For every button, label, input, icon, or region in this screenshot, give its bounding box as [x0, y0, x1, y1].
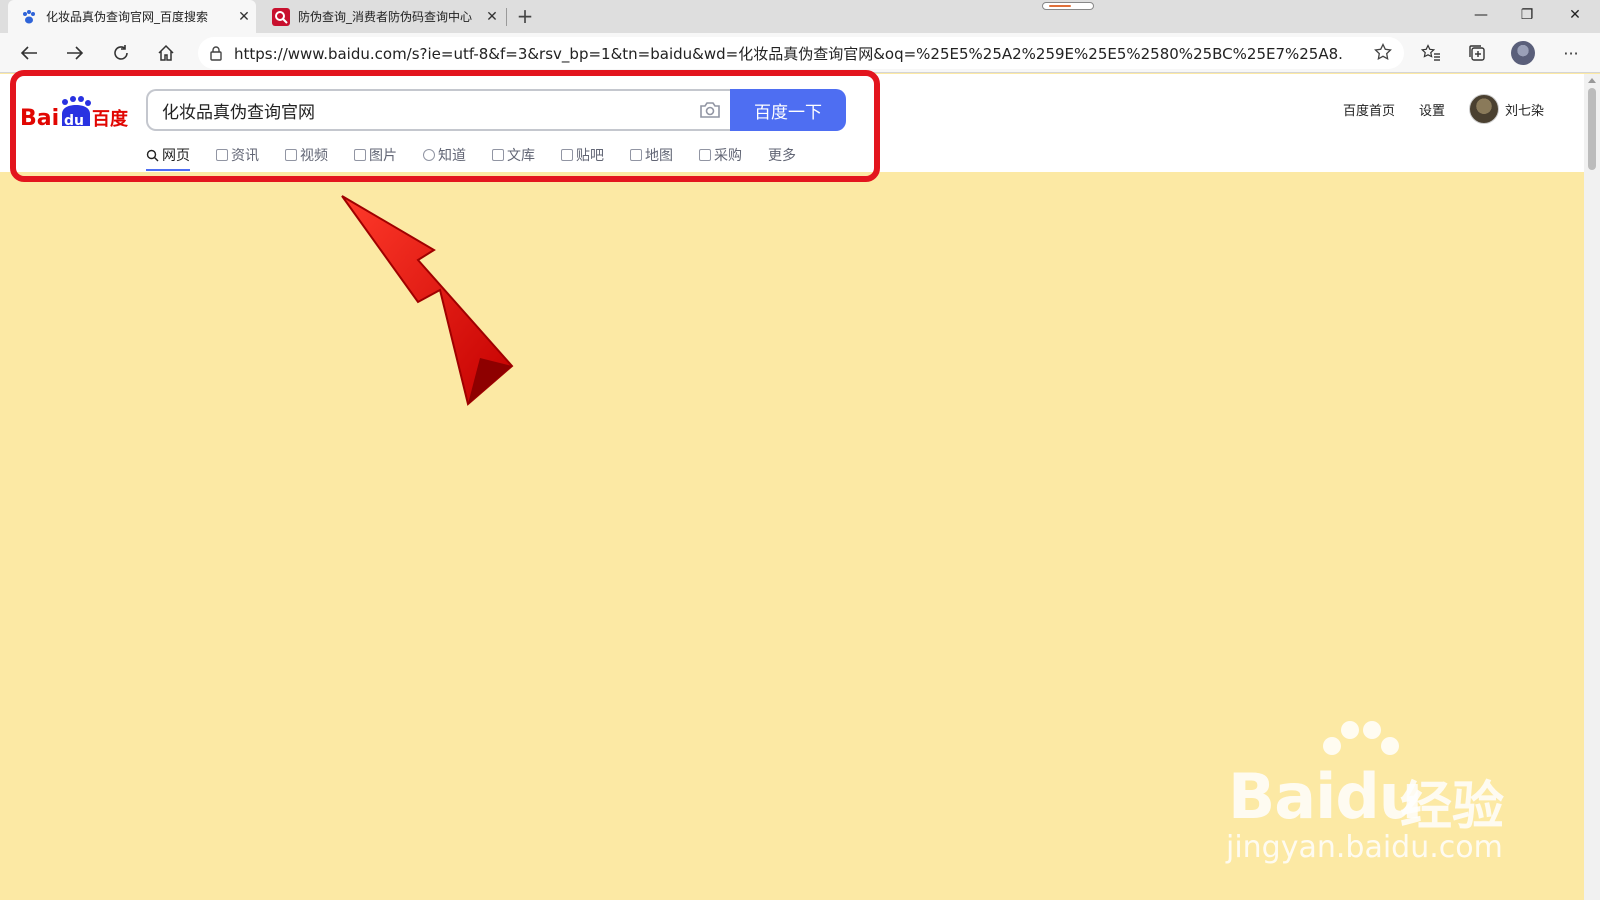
- new-tab-button[interactable]: +: [512, 4, 538, 30]
- magnifier-logo-icon: [272, 7, 290, 26]
- profile-avatar-button[interactable]: [1510, 41, 1536, 65]
- home-button[interactable]: [151, 39, 181, 67]
- user-avatar[interactable]: [1468, 94, 1499, 124]
- tab-baidu-search[interactable]: 化妆品真伪查询官网_百度搜索 ✕: [8, 0, 256, 33]
- forward-arrow-icon: [67, 46, 84, 60]
- scrollbar-thumb[interactable]: [1588, 88, 1596, 170]
- lock-icon[interactable]: [198, 45, 234, 61]
- close-tab-icon[interactable]: ✕: [232, 9, 256, 25]
- watermark-brand-cn: 经验: [1400, 777, 1505, 837]
- refresh-button[interactable]: [106, 39, 136, 67]
- tab-divider: [506, 8, 507, 26]
- baidu-jingyan-watermark: Baidu 经验 jingyan.baidu.com: [1222, 720, 1522, 870]
- profile-avatar-icon: [1511, 41, 1535, 65]
- watermark-url: jingyan.baidu.com: [1226, 830, 1503, 865]
- collections-icon[interactable]: [1464, 41, 1490, 65]
- address-toolbar: https://www.baidu.com/s?ie=utf-8&f=3&rsv…: [0, 33, 1600, 73]
- url-bar[interactable]: https://www.baidu.com/s?ie=utf-8&f=3&rsv…: [198, 37, 1404, 69]
- back-arrow-icon: [20, 46, 37, 60]
- restore-button[interactable]: ❐: [1504, 0, 1550, 32]
- tab-title: 防伪查询_消费者防伪码查询中心: [298, 10, 473, 24]
- settings-link[interactable]: 设置: [1419, 100, 1445, 119]
- scroll-up-arrow-icon[interactable]: [1588, 78, 1596, 83]
- close-window-button[interactable]: ✕: [1552, 0, 1598, 32]
- favorite-star-icon[interactable]: [1374, 42, 1392, 65]
- refresh-icon: [114, 45, 128, 60]
- more-menu-button[interactable]: ···: [1558, 41, 1584, 65]
- tab-anti-counterfeit[interactable]: 防伪查询_消费者防伪码查询中心 ✕: [260, 0, 504, 33]
- back-button[interactable]: [14, 39, 44, 67]
- baidu-home-link[interactable]: 百度首页: [1343, 100, 1395, 119]
- tab-title: 化妆品真伪查询官网_百度搜索: [46, 10, 209, 24]
- url-text[interactable]: https://www.baidu.com/s?ie=utf-8&f=3&rsv…: [234, 43, 1344, 64]
- annotation-highlight-box: [10, 70, 880, 182]
- forward-button[interactable]: [60, 39, 90, 67]
- window-drag-handle[interactable]: [1042, 2, 1094, 10]
- tab-bar: 化妆品真伪查询官网_百度搜索 ✕ 防伪查询_消费者防伪码查询中心 ✕ + — ❐…: [0, 0, 1600, 33]
- annotation-arrow-icon: [341, 195, 514, 406]
- watermark-brand: Baidu: [1228, 760, 1423, 833]
- page-scrollbar[interactable]: [1584, 74, 1600, 900]
- favorites-list-icon[interactable]: [1418, 41, 1444, 65]
- username-link[interactable]: 刘七染: [1505, 100, 1544, 119]
- baidu-paw-icon: [20, 8, 38, 26]
- close-tab-icon[interactable]: ✕: [480, 9, 504, 25]
- home-icon: [158, 44, 174, 61]
- header-user-area: 百度首页 设置 刘七染: [1319, 94, 1544, 124]
- minimize-button[interactable]: —: [1458, 0, 1504, 32]
